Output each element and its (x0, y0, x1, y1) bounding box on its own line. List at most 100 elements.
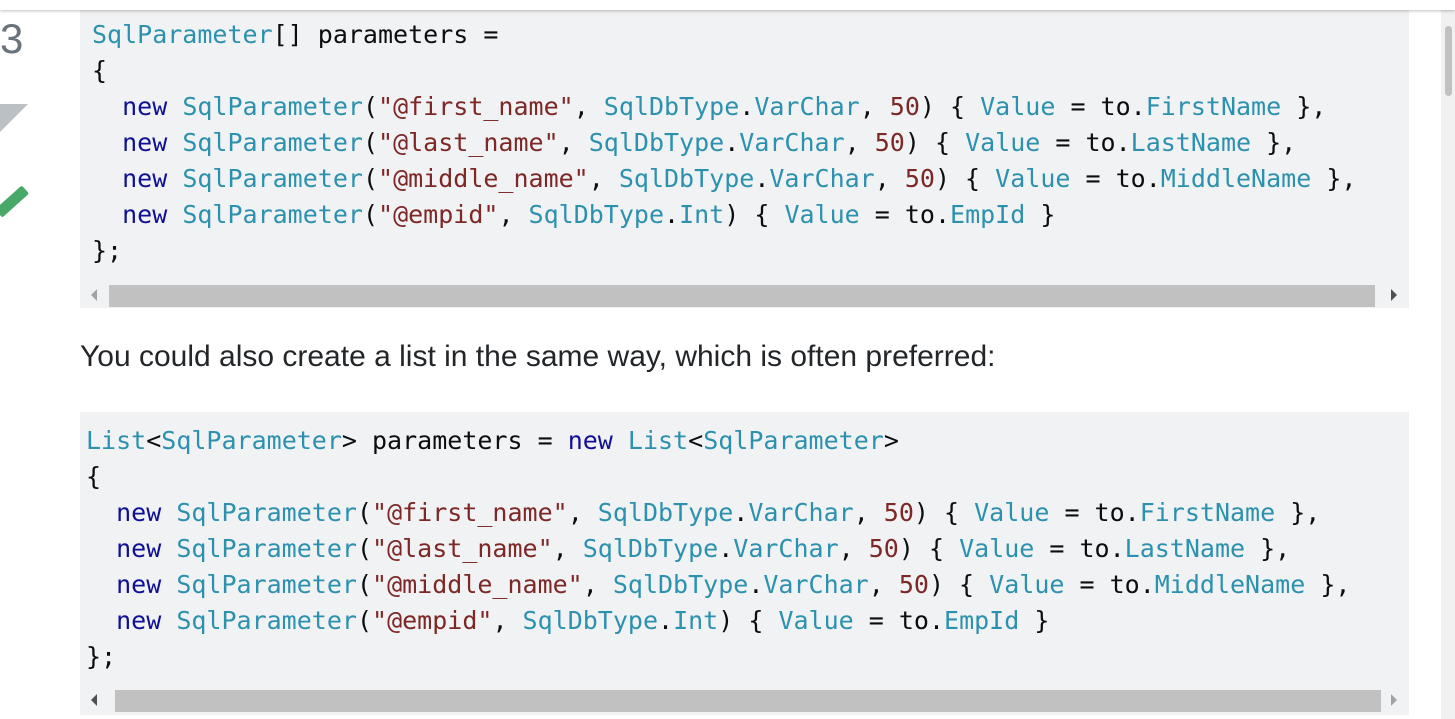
code-token: FirstName (1145, 92, 1282, 121)
code-token: Value (974, 498, 1050, 527)
code-token: , (853, 498, 884, 527)
code-token: , (558, 128, 589, 157)
code-token: SqlDbType (612, 570, 749, 599)
page-scrollbar-thumb[interactable] (1445, 26, 1452, 96)
answer-paragraph: You could also create a list in the same… (80, 340, 996, 373)
code-token: "@first_name" (372, 498, 568, 527)
code-token: VarChar (769, 164, 875, 193)
code-token: ( (362, 200, 379, 229)
code-token: VarChar (748, 498, 854, 527)
scrollbar-thumb[interactable] (109, 285, 1375, 307)
code-token: Value (989, 570, 1065, 599)
code-token: = to. (1040, 128, 1131, 157)
code-line: }; (86, 642, 116, 671)
code-line: new SqlParameter("@middle_name", SqlDbTy… (86, 570, 1350, 599)
code-token: }, (1311, 164, 1357, 193)
code-token: }, (1281, 92, 1327, 121)
code-token: }; (92, 236, 123, 265)
code-token: ) { (919, 92, 981, 121)
code-token: = to. (1034, 534, 1125, 563)
code-token: EmpId (950, 200, 1026, 229)
scroll-left-arrow-icon[interactable] (91, 694, 97, 706)
code-token: VarChar (754, 92, 860, 121)
code-token: . (658, 606, 674, 635)
code-line: }; (92, 236, 122, 265)
scroll-left-arrow-icon[interactable] (91, 289, 97, 301)
code-token: SqlParameter (182, 200, 363, 229)
code-token: SqlParameter (92, 20, 273, 49)
code-token: . (739, 92, 755, 121)
code-token: SqlParameter (182, 164, 363, 193)
code-token: }, (1251, 128, 1297, 157)
code-token: "@first_name" (378, 92, 574, 121)
code-line: List<SqlParameter> parameters = new List… (86, 426, 899, 455)
code-token: new (116, 606, 162, 635)
scroll-right-arrow-icon[interactable] (1391, 289, 1397, 301)
vote-down-arrow-icon[interactable] (0, 104, 28, 132)
code-token: SqlParameter (176, 498, 357, 527)
code-token: , (844, 128, 875, 157)
code-token: EmpId (944, 606, 1020, 635)
code-token: [] parameters = (272, 20, 499, 49)
code-line: { (92, 56, 107, 85)
code-token: SqlParameter (182, 128, 363, 157)
code-token: = to. (859, 200, 951, 229)
code-token: . (718, 534, 734, 563)
code-token: }, (1275, 498, 1321, 527)
horizontal-scrollbar[interactable] (80, 687, 1409, 713)
code-token: , (838, 534, 869, 563)
code-token: , (874, 164, 905, 193)
code-token: = to. (1049, 498, 1140, 527)
code-token: FirstName (1139, 498, 1276, 527)
code-token: , (573, 92, 604, 121)
code-token: . (733, 498, 749, 527)
code-token: List (86, 426, 147, 455)
scroll-right-arrow-icon[interactable] (1391, 694, 1397, 706)
code-token: SqlParameter (161, 426, 342, 455)
code-token: , (552, 534, 583, 563)
code-token: Value (995, 164, 1071, 193)
page-scrollbar[interactable] (1441, 10, 1455, 719)
code-token: 50 (874, 128, 905, 157)
code-token: Int (679, 200, 725, 229)
code-token: VarChar (763, 570, 869, 599)
code-token: new (122, 128, 168, 157)
scrollbar-thumb[interactable] (115, 690, 1381, 712)
code-token: SqlParameter (182, 92, 363, 121)
code-line: new SqlParameter("@last_name", SqlDbType… (86, 534, 1290, 563)
code-token: "@middle_name" (378, 164, 589, 193)
code-token: , (859, 92, 890, 121)
code-token: < (688, 426, 704, 455)
code-line: new SqlParameter("@first_name", SqlDbTyp… (86, 498, 1320, 527)
code-token: new (116, 498, 162, 527)
code-token: . (724, 128, 740, 157)
code-token: new (567, 426, 613, 455)
code-token: Int (673, 606, 719, 635)
code-token: , (868, 570, 899, 599)
code-token: SqlDbType (603, 92, 740, 121)
code-token: "@last_name" (372, 534, 553, 563)
code-token: MiddleName (1154, 570, 1306, 599)
code-token: LastName (1124, 534, 1246, 563)
code-token: ( (362, 92, 379, 121)
code-token: Value (784, 200, 860, 229)
code-token: 50 (883, 498, 914, 527)
code-token: SqlDbType (522, 606, 659, 635)
horizontal-scrollbar[interactable] (80, 282, 1409, 308)
code-token: 50 (889, 92, 920, 121)
code-token: ) { (934, 164, 996, 193)
accepted-checkmark-icon (0, 185, 30, 218)
code-token: = to. (1064, 570, 1155, 599)
code-token: SqlParameter (176, 570, 357, 599)
code-token: , (492, 606, 523, 635)
code-token: "@last_name" (378, 128, 559, 157)
